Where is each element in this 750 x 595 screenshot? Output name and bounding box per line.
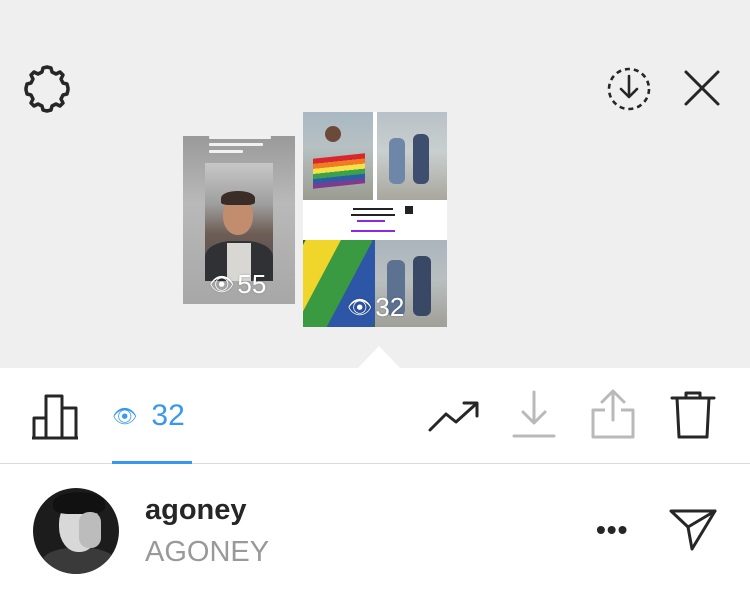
story-views-badge: 👁 32 [347, 292, 404, 323]
send-icon [669, 509, 717, 551]
story-thumbnail-selected[interactable]: 👁 32 [303, 112, 447, 327]
save-button[interactable] [512, 390, 556, 440]
story-views-badge: 👁 55 [209, 269, 266, 300]
gear-icon [24, 65, 70, 113]
avatar[interactable] [33, 488, 119, 574]
story-caption [209, 136, 279, 156]
story-photo [303, 112, 373, 200]
viewer-username[interactable]: agoney [145, 494, 247, 527]
viewer-full-name: AGONEY [145, 536, 270, 568]
story-photo [205, 163, 273, 281]
settings-button[interactable] [22, 64, 72, 114]
eye-icon: 👁 [209, 274, 235, 296]
close-button[interactable] [682, 68, 722, 108]
insights-button[interactable] [32, 392, 80, 440]
share-icon [591, 389, 635, 439]
download-icon [512, 390, 556, 438]
download-circle-icon [607, 67, 651, 111]
story-view-count: 32 [375, 292, 405, 322]
viewer-count: 32 [151, 399, 185, 432]
trash-icon [670, 391, 716, 439]
more-options-button[interactable]: ••• [596, 514, 628, 546]
story-caption [303, 200, 447, 240]
send-message-button[interactable] [668, 506, 718, 552]
delete-button[interactable] [670, 390, 716, 440]
selection-pointer [358, 346, 400, 368]
story-thumbnail[interactable]: 👁 55 [183, 136, 295, 304]
story-view-count: 55 [237, 269, 267, 299]
bar-chart-icon [32, 394, 78, 440]
share-button[interactable] [590, 388, 636, 440]
close-icon [684, 70, 720, 106]
eye-icon: 👁 [112, 405, 138, 428]
active-tab-indicator [112, 461, 192, 464]
download-story-button[interactable] [606, 66, 652, 112]
trending-up-icon [428, 401, 479, 432]
eye-icon: 👁 [347, 297, 373, 319]
viewers-tab[interactable]: 👁 32 [112, 398, 192, 434]
story-photo [377, 112, 447, 200]
promote-button[interactable] [428, 398, 480, 434]
